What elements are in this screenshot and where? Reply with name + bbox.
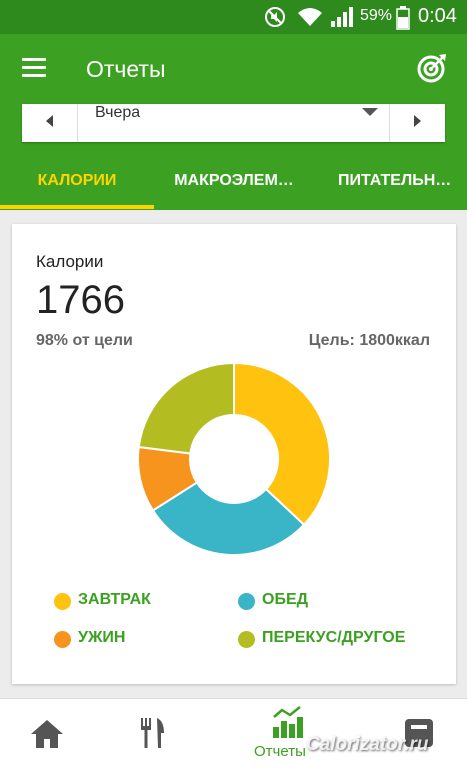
nav-home[interactable] xyxy=(0,699,94,768)
legend-dot xyxy=(238,593,255,610)
calories-card: Калории 1766 98% от цели Цель: 1800ккал … xyxy=(12,224,456,684)
card-title: Калории xyxy=(36,252,104,271)
tab-macros[interactable]: МАКРОЭЛЕМ… xyxy=(154,156,314,210)
calories-value: 1766 xyxy=(36,278,125,322)
signal-icon xyxy=(331,7,353,27)
battery-percent: 59% xyxy=(360,7,393,24)
menu-button[interactable] xyxy=(22,58,48,80)
legend-label: УЖИН xyxy=(78,629,126,646)
home-icon xyxy=(31,720,63,748)
watermark: Calorizator.ru xyxy=(306,734,429,755)
bottom-nav: Отчеты xyxy=(0,698,467,768)
goal-value: Цель: 1800ккал xyxy=(308,332,430,349)
reports-icon xyxy=(273,706,303,738)
status-bar: 59% 0:04 xyxy=(0,0,467,34)
date-dropdown[interactable]: Вчера xyxy=(78,104,388,142)
app-bar: Отчеты xyxy=(0,34,467,108)
battery-icon xyxy=(396,6,410,30)
tab-indicator xyxy=(0,205,154,209)
next-day-button[interactable] xyxy=(389,104,445,142)
legend-dot xyxy=(238,631,255,648)
tab-calories[interactable]: КАЛОРИИ xyxy=(0,156,154,210)
nav-food[interactable] xyxy=(108,699,202,768)
date-selector: Вчера xyxy=(22,104,445,142)
legend-dot xyxy=(54,593,71,610)
legend-dot xyxy=(54,631,71,648)
slice-snack xyxy=(137,361,235,455)
calories-donut-chart xyxy=(137,361,331,556)
chevron-down-icon xyxy=(362,108,378,116)
legend-label: ОБЕД xyxy=(262,591,309,608)
legend-label: ПЕРЕКУС/ДРУГОЕ xyxy=(262,629,406,646)
food-icon xyxy=(141,718,164,748)
nav-reports-label: Отчеты xyxy=(254,743,306,760)
target-icon[interactable] xyxy=(416,52,448,84)
previous-day-button[interactable] xyxy=(22,104,78,142)
page-title: Отчеты xyxy=(86,56,166,82)
date-strip: Вчера xyxy=(0,104,467,156)
menu-icon xyxy=(22,58,46,61)
tab-nutrients[interactable]: ПИТАТЕЛЬН… xyxy=(320,156,467,210)
mute-icon xyxy=(265,7,285,27)
clock: 0:04 xyxy=(418,5,457,27)
legend-label: ЗАВТРАК xyxy=(78,591,151,608)
wifi-icon xyxy=(298,8,322,26)
goal-percent: 98% от цели xyxy=(36,332,133,349)
date-value: Вчера xyxy=(95,104,141,121)
tab-bar: КАЛОРИИ МАКРОЭЛЕМ… ПИТАТЕЛЬН… xyxy=(0,156,467,210)
